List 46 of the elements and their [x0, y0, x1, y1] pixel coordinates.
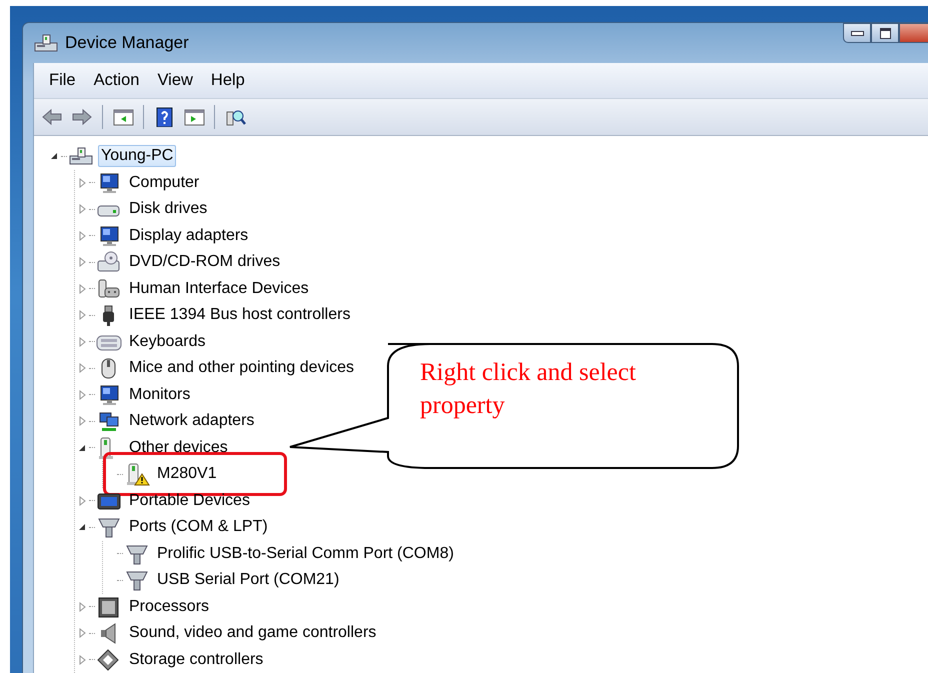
expand-arrow-icon[interactable] [78, 390, 86, 400]
expand-arrow-icon[interactable] [78, 178, 86, 188]
tree-item[interactable]: Disk drives [126, 198, 210, 220]
collapse-arrow-icon[interactable] [50, 152, 58, 160]
maximize-button[interactable] [871, 23, 899, 43]
expand-arrow-icon[interactable] [78, 602, 86, 612]
expand-arrow-icon[interactable] [78, 284, 86, 294]
tree-item[interactable]: USB Serial Port (COM21) [154, 569, 342, 592]
tree-item[interactable]: Other devices [126, 436, 231, 459]
collapse-arrow-icon[interactable] [78, 523, 86, 532]
tree-item[interactable]: Storage controllers [126, 648, 266, 671]
menu-item[interactable]: Action [84, 71, 148, 90]
minimize-button[interactable] [843, 23, 871, 43]
tree-item[interactable]: DVD/CD-ROM drives [126, 251, 284, 274]
tree-item[interactable]: Network adapters [126, 410, 258, 432]
tree-item[interactable]: Processors [126, 596, 212, 618]
tree-item[interactable]: Human Interface Devices [126, 278, 312, 300]
expand-arrow-icon[interactable] [78, 416, 86, 426]
expand-arrow-icon[interactable] [78, 628, 86, 638]
expand-arrow-icon[interactable] [78, 204, 86, 214]
expand-arrow-icon[interactable] [78, 496, 86, 506]
tree-item[interactable]: Prolific USB-to-Serial Comm Port (COM8) [154, 542, 457, 565]
tree-item[interactable]: Ports (COM & LPT) [126, 516, 271, 538]
expand-arrow-icon[interactable] [78, 310, 86, 320]
disc-drive-icon [96, 250, 122, 274]
tree-item[interactable]: Portable Devices [126, 490, 253, 512]
expand-arrow-icon[interactable] [78, 257, 86, 268]
tree-item[interactable]: Young-PC [98, 145, 176, 168]
tree-item[interactable]: Monitors [126, 384, 194, 406]
expand-arrow-icon[interactable] [78, 230, 86, 241]
tree-item[interactable]: Mice and other pointing devices [126, 357, 358, 380]
collapse-arrow-icon[interactable] [78, 444, 86, 452]
tree-item[interactable]: Sound, video and game controllers [126, 622, 380, 644]
tree-item[interactable]: IEEE 1394 Bus host controllers [126, 304, 354, 326]
window-title: Device Manager [65, 33, 189, 53]
menu-item[interactable]: File [40, 71, 85, 90]
tree-item[interactable]: Computer [126, 172, 202, 194]
tree-item[interactable]: Display adapters [126, 224, 252, 247]
tree-item[interactable]: Keyboards [126, 330, 208, 353]
menu-item[interactable]: Help [202, 71, 254, 90]
tree-item[interactable]: M280V1 [154, 463, 220, 486]
expand-arrow-icon[interactable] [78, 654, 86, 665]
menu-item[interactable]: View [148, 71, 202, 90]
expand-arrow-icon[interactable] [78, 363, 86, 374]
callout-text: Right click and select property [420, 358, 637, 421]
expand-arrow-icon[interactable] [78, 336, 86, 347]
